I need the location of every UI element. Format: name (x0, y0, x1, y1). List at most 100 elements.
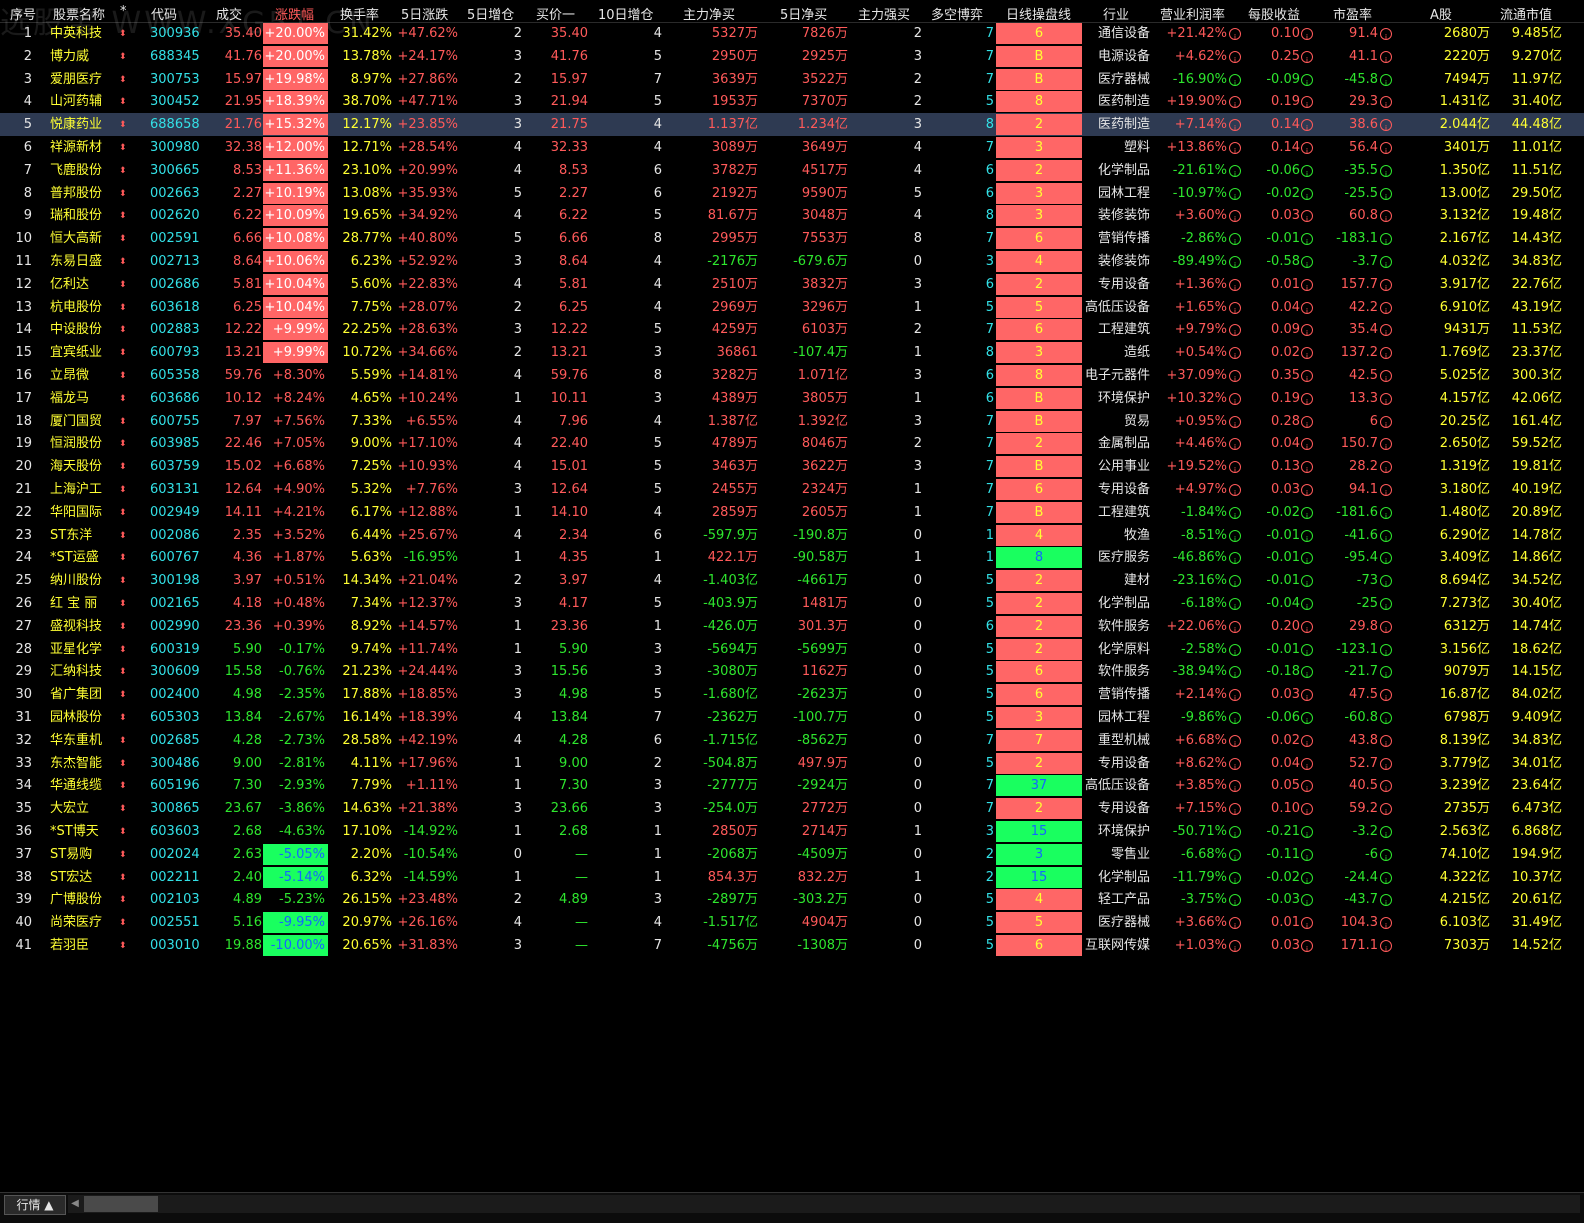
flag-icon[interactable]: ⬍ (119, 892, 127, 909)
table-row[interactable]: 18 厦门国贸 ⬍ 600755 7.97 +7.56% 7.33% +6.55% 4 7.96 4… (0, 410, 1584, 433)
info-icon[interactable]: i (1380, 438, 1392, 452)
flag-icon[interactable]: ⬍ (119, 322, 127, 339)
table-row[interactable]: 4 山河药辅 ⬍ 300452 21.95 +18.39% 38.70% +47.71% 3 21… (0, 90, 1584, 113)
info-icon[interactable]: i (1229, 871, 1241, 886)
info-icon[interactable]: i (1229, 848, 1241, 863)
info-icon[interactable]: i (1380, 96, 1392, 110)
info-icon[interactable]: i (1380, 871, 1392, 886)
stock-name[interactable]: 园林股份 (50, 709, 102, 726)
info-icon[interactable]: i (1380, 620, 1392, 635)
table-row[interactable]: 5 悦康药业 ⬍ 688658 21.76 +15.32% 12.17% +23.85% 3 21… (0, 113, 1584, 137)
info-icon[interactable]: i (1380, 347, 1392, 361)
stock-name[interactable]: 杭电股份 (50, 299, 102, 316)
info-icon[interactable]: i (1380, 666, 1392, 680)
stock-name[interactable]: 红 宝 丽 (50, 595, 97, 612)
table-row[interactable]: 37 ST易购 ⬍ 002024 2.63 -5.05% 2.20% -10.54% 0 — 1 -2… (0, 843, 1584, 866)
info-icon[interactable]: i (1229, 826, 1241, 840)
table-row[interactable]: 20 海天股份 ⬍ 603759 15.02 +6.68% 7.25% +10.93% 4 15.… (0, 455, 1584, 478)
flag-icon[interactable]: ⬍ (119, 573, 127, 590)
table-row[interactable]: 8 普邦股份 ⬍ 002663 2.27 +10.19% 13.08% +35.93% 5 2.2… (0, 182, 1584, 205)
info-icon[interactable]: i (1380, 370, 1392, 384)
table-row[interactable]: 40 尚荣医疗 ⬍ 002551 5.16 -9.95% 20.97% +26.16% 4 — 4 -… (0, 911, 1584, 934)
info-icon[interactable]: i (1229, 164, 1241, 179)
table-row[interactable]: 7 飞鹿股份 ⬍ 300665 8.53 +11.36% 23.10% +20.99% 4 8.5… (0, 159, 1584, 182)
flag-icon[interactable]: ⬍ (119, 117, 127, 134)
stock-name[interactable]: 华通线缆 (50, 777, 102, 794)
info-icon[interactable]: i (1380, 575, 1392, 589)
stock-name[interactable]: 华东重机 (50, 732, 102, 749)
stock-name[interactable]: 立昂微 (50, 367, 89, 384)
stock-name[interactable]: 爱朋医疗 (50, 71, 102, 88)
info-icon[interactable]: i (1301, 689, 1313, 703)
flag-icon[interactable]: ⬍ (119, 938, 127, 955)
stock-name[interactable]: 中英科技 (50, 25, 102, 42)
stock-name[interactable]: *ST博天 (50, 823, 99, 840)
info-icon[interactable]: i (1301, 506, 1313, 521)
info-icon[interactable]: i (1229, 620, 1241, 635)
info-icon[interactable]: i (1380, 278, 1392, 293)
flag-icon[interactable]: ⬍ (119, 163, 127, 180)
header-price[interactable]: 成交 (216, 4, 242, 23)
info-icon[interactable]: i (1380, 187, 1392, 202)
scroll-left-icon[interactable]: ◀ (68, 1195, 82, 1213)
stock-name[interactable]: 广博股份 (50, 891, 102, 908)
info-icon[interactable]: i (1301, 575, 1313, 589)
table-row[interactable]: 41 若羽臣 ⬍ 003010 19.88 -10.00% 20.65% +31.83% 3 — 7… (0, 934, 1584, 957)
info-icon[interactable]: i (1301, 757, 1313, 772)
table-row[interactable]: 36 *ST博天 ⬍ 603603 2.68 -4.63% 17.10% -14.92% 1 2.… (0, 820, 1584, 843)
info-icon[interactable]: i (1229, 142, 1241, 156)
flag-icon[interactable]: ⬍ (119, 49, 127, 66)
stock-name[interactable]: 宜宾纸业 (50, 344, 102, 361)
flag-icon[interactable]: ⬍ (119, 596, 127, 613)
info-icon[interactable]: i (1229, 301, 1241, 316)
header-eps[interactable]: 每股收益 (1248, 4, 1300, 23)
info-icon[interactable]: i (1301, 28, 1313, 42)
table-row[interactable]: 6 祥源新材 ⬍ 300980 32.38 +12.00% 12.71% +28.54% 4 32… (0, 136, 1584, 159)
table-row[interactable]: 23 ST东洋 ⬍ 002086 2.35 +3.52% 6.44% +25.67% 4 2.34… (0, 524, 1584, 547)
info-icon[interactable]: i (1380, 119, 1392, 133)
info-icon[interactable]: i (1229, 643, 1241, 658)
flag-icon[interactable]: ⬍ (119, 72, 127, 89)
header-bid1[interactable]: 买价一 (536, 4, 575, 23)
info-icon[interactable]: i (1301, 164, 1313, 179)
flag-icon[interactable]: ⬍ (119, 915, 127, 932)
stock-name[interactable]: 亚星化学 (50, 641, 102, 658)
stock-name[interactable]: ST宏达 (50, 869, 92, 886)
table-row[interactable]: 28 亚星化学 ⬍ 600319 5.90 -0.17% 9.74% +11.74% 1 5.90… (0, 638, 1584, 661)
stock-name[interactable]: 厦门国贸 (50, 413, 102, 430)
stock-name[interactable]: ST东洋 (50, 527, 92, 544)
table-row[interactable]: 34 华通线缆 ⬍ 605196 7.30 -2.93% 7.79% +1.11% 1 7.30 3… (0, 774, 1584, 797)
info-icon[interactable]: i (1380, 164, 1392, 179)
info-icon[interactable]: i (1301, 370, 1313, 384)
info-icon[interactable]: i (1301, 142, 1313, 156)
stock-name[interactable]: 纳川股份 (50, 572, 102, 589)
table-row[interactable]: 38 ST宏达 ⬍ 002211 2.40 -5.14% 6.32% -14.59% 1 — 1 85… (0, 866, 1584, 889)
info-icon[interactable]: i (1380, 894, 1392, 908)
table-row[interactable]: 12 亿利达 ⬍ 002686 5.81 +10.04% 5.60% +22.83% 4 5.81… (0, 273, 1584, 296)
table-row[interactable]: 11 东易日盛 ⬍ 002713 8.64 +10.06% 6.23% +52.92% 3 8.6… (0, 250, 1584, 273)
info-icon[interactable]: i (1380, 415, 1392, 430)
info-icon[interactable]: i (1380, 50, 1392, 65)
info-icon[interactable]: i (1301, 917, 1313, 931)
info-icon[interactable]: i (1380, 210, 1392, 224)
flag-icon[interactable]: ⬍ (119, 847, 127, 864)
table-row[interactable]: 35 大宏立 ⬍ 300865 23.67 -3.86% 14.63% +21.38% 3 23.… (0, 797, 1584, 820)
flag-icon[interactable]: ⬍ (119, 254, 127, 271)
info-icon[interactable]: i (1301, 598, 1313, 612)
info-icon[interactable]: i (1380, 780, 1392, 794)
stock-name[interactable]: 海天股份 (50, 458, 102, 475)
info-icon[interactable]: i (1301, 119, 1313, 133)
info-icon[interactable]: i (1301, 347, 1313, 361)
table-row[interactable]: 25 纳川股份 ⬍ 300198 3.97 +0.51% 14.34% +21.04% 2 3.9… (0, 569, 1584, 592)
info-icon[interactable]: i (1380, 256, 1392, 270)
flag-icon[interactable]: ⬍ (119, 231, 127, 248)
flag-icon[interactable]: ⬍ (119, 459, 127, 476)
info-icon[interactable]: i (1301, 256, 1313, 270)
info-icon[interactable]: i (1380, 529, 1392, 544)
stock-name[interactable]: 大宏立 (50, 800, 89, 817)
flag-icon[interactable]: ⬍ (119, 528, 127, 545)
info-icon[interactable]: i (1380, 484, 1392, 498)
info-icon[interactable]: i (1380, 461, 1392, 475)
header-seq[interactable]: 序号 (10, 4, 36, 23)
flag-icon[interactable]: ⬍ (119, 664, 127, 681)
